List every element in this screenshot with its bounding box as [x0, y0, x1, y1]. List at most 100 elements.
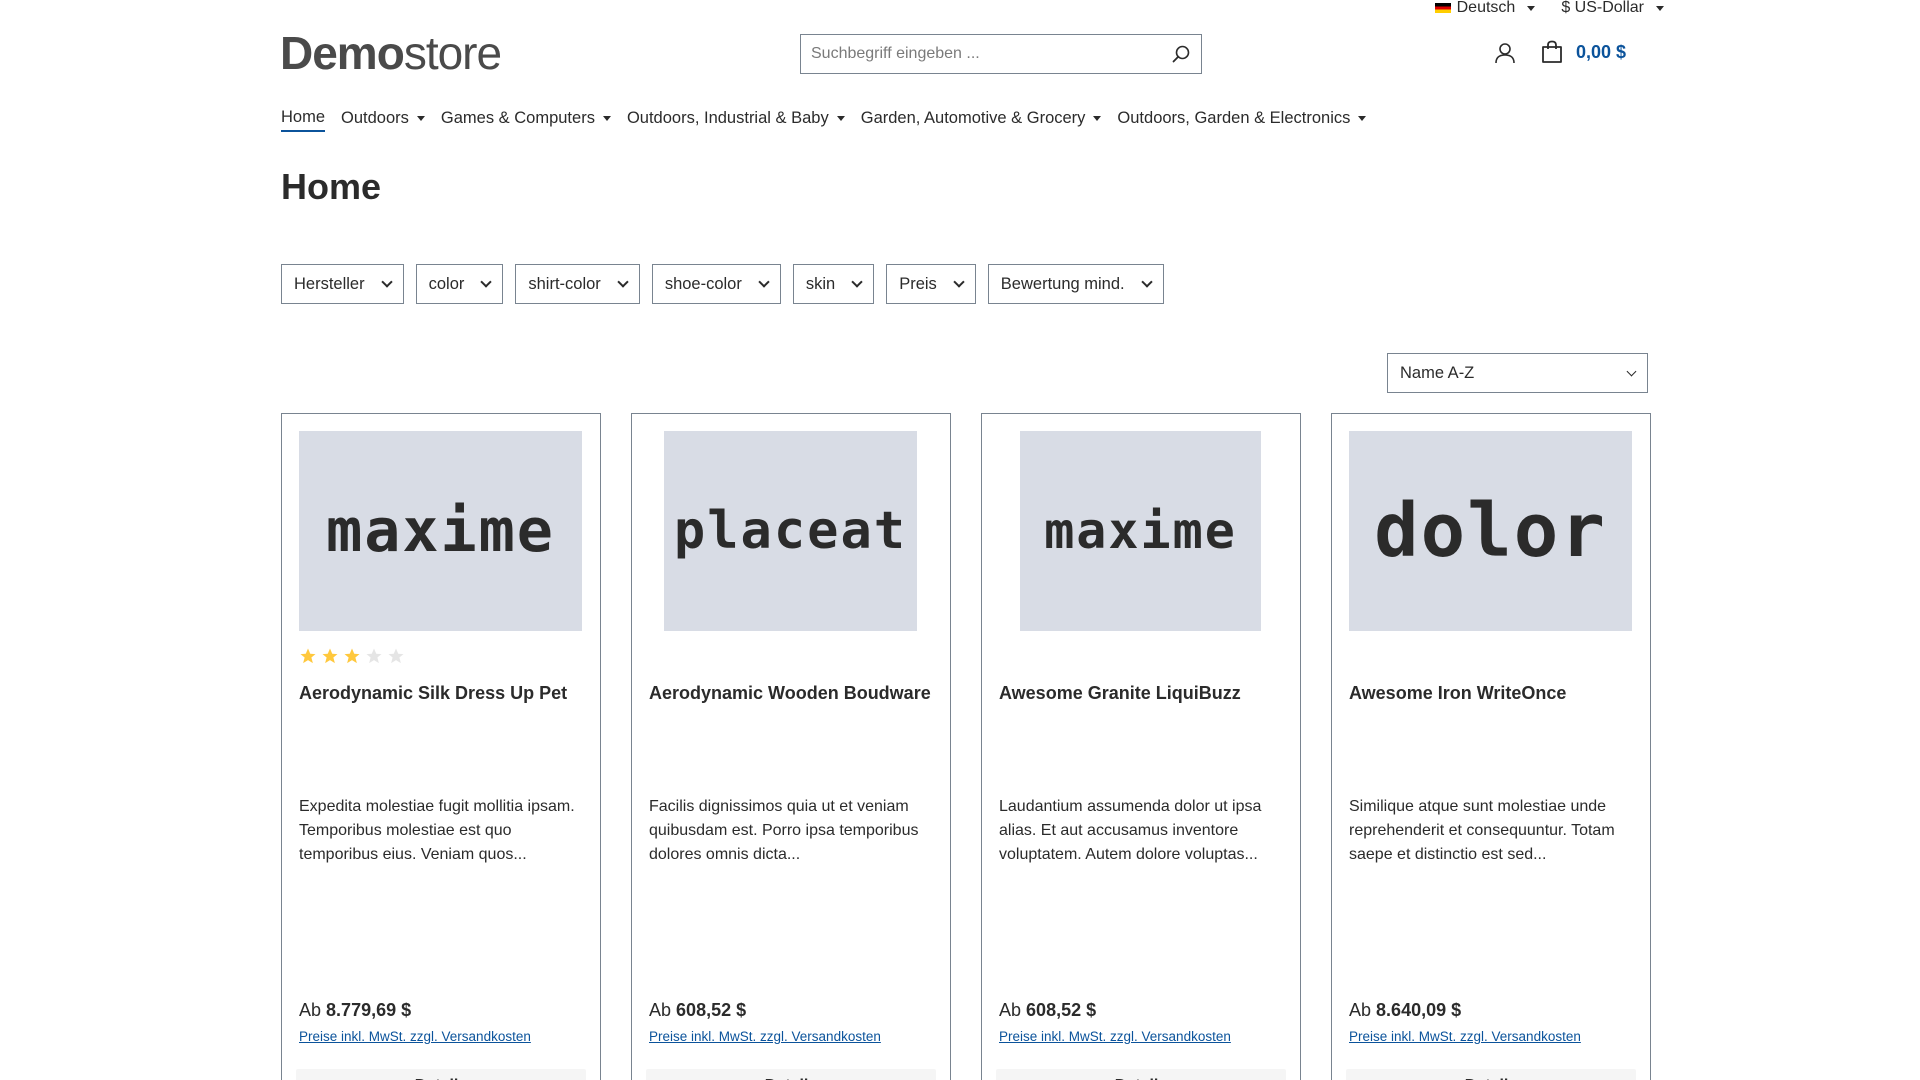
filter-manufacturer[interactable]: Hersteller [281, 264, 404, 304]
nav-item-outdoors-garden-electronics[interactable]: Outdoors, Garden & Electronics [1117, 108, 1367, 132]
chevron-down-icon [617, 276, 629, 288]
account-button[interactable] [1494, 42, 1516, 69]
price-prefix: Ab [649, 1000, 672, 1020]
product-name[interactable]: Aerodynamic Silk Dress Up Pet [299, 682, 584, 704]
nav-item-label: Home [281, 108, 326, 126]
product-price: Ab 608,52 $ [649, 1000, 746, 1021]
page-title: Home [281, 166, 382, 207]
currency-selector[interactable]: $ US-Dollar [1561, 0, 1664, 17]
product-description: Similique atque sunt molestiae unde repr… [1349, 798, 1615, 863]
caret-down-icon [602, 116, 611, 121]
tax-note-link[interactable]: Preise inkl. MwSt. zzgl. Versandkosten [299, 1029, 531, 1044]
sort-selected-label: Name A-Z [1400, 363, 1475, 382]
store-logo[interactable]: Demostore [280, 26, 502, 80]
chevron-down-icon [1626, 366, 1637, 376]
product-price: Ab 608,52 $ [999, 1000, 1096, 1021]
star-filled-icon [300, 648, 316, 664]
product-image-text: placeat [673, 501, 908, 561]
language-selector[interactable]: Deutsch [1434, 0, 1536, 17]
caret-down-icon [1527, 5, 1536, 11]
details-button[interactable]: Details [996, 1069, 1286, 1080]
caret-down-icon [1358, 116, 1367, 121]
chevron-down-icon [1140, 276, 1153, 288]
price-value: 8.779,69 $ [326, 1000, 412, 1020]
caret-down-icon [1093, 116, 1102, 121]
product-card[interactable]: placeat Aerodynamic Wooden Boudware Faci… [631, 413, 951, 1080]
top-bar: Deutsch $ US-Dollar [1434, 0, 1664, 17]
filter-label: Bewertung mind. [1000, 274, 1125, 293]
product-price: Ab 8.779,69 $ [299, 1000, 411, 1021]
logo-bold: Demo [280, 27, 405, 79]
nav-item-garden-automotive-grocery[interactable]: Garden, Automotive & Grocery [861, 108, 1102, 132]
chevron-down-icon [851, 276, 863, 288]
product-name[interactable]: Awesome Granite LiquiBuzz [999, 682, 1284, 704]
search-icon [1172, 45, 1190, 63]
product-grid: maxime Aerodynamic Silk Dress Up Pet Exp… [281, 413, 1651, 1080]
product-card[interactable]: maxime Awesome Granite LiquiBuzz Laudant… [981, 413, 1301, 1080]
star-empty-icon [366, 648, 382, 664]
details-button[interactable]: Details [1346, 1069, 1636, 1080]
main-navigation: Home Outdoors Games & Computers Outdoors… [281, 108, 1367, 132]
filter-skin[interactable]: skin [792, 264, 875, 304]
filter-label: shirt-color [528, 274, 601, 293]
product-card[interactable]: maxime Aerodynamic Silk Dress Up Pet Exp… [281, 413, 601, 1080]
product-image-text: maxime [326, 496, 555, 566]
german-flag-icon [1434, 3, 1451, 13]
nav-item-outdoors[interactable]: Outdoors [341, 108, 425, 132]
product-rating [299, 647, 405, 665]
filter-rating[interactable]: Bewertung mind. [987, 264, 1164, 304]
product-name[interactable]: Awesome Iron WriteOnce [1349, 682, 1634, 704]
chevron-down-icon [380, 276, 393, 288]
cart-total: 0,00 $ [1576, 41, 1627, 62]
product-name[interactable]: Aerodynamic Wooden Boudware [649, 682, 934, 704]
cart-button[interactable]: 0,00 $ [1540, 40, 1626, 64]
nav-item-label: Outdoors [341, 109, 409, 127]
product-card[interactable]: dolor Awesome Iron WriteOnce Similique a… [1331, 413, 1651, 1080]
product-price: Ab 8.640,09 $ [1349, 1000, 1461, 1021]
search-button[interactable] [1161, 35, 1201, 73]
filter-shirt-color[interactable]: shirt-color [515, 264, 640, 304]
nav-item-label: Games & Computers [440, 109, 595, 127]
product-image[interactable]: placeat [664, 431, 917, 631]
chevron-down-icon [758, 276, 770, 288]
nav-item-home[interactable]: Home [281, 108, 326, 132]
price-value: 608,52 $ [676, 1000, 747, 1020]
price-value: 8.640,09 $ [1376, 1000, 1462, 1020]
filter-color[interactable]: color [415, 264, 504, 304]
product-description: Expedita molestiae fugit mollitia ipsam.… [299, 798, 575, 863]
nav-item-outdoors-industrial-baby[interactable]: Outdoors, Industrial & Baby [627, 108, 845, 132]
details-button[interactable]: Details [296, 1069, 586, 1080]
price-prefix: Ab [1349, 1000, 1372, 1020]
tax-note-link[interactable]: Preise inkl. MwSt. zzgl. Versandkosten [999, 1029, 1231, 1044]
product-image[interactable]: dolor [1349, 431, 1632, 631]
filter-bar: Hersteller color shirt-color shoe-color … [281, 264, 1164, 304]
price-prefix: Ab [999, 1000, 1022, 1020]
sort-select[interactable]: Name A-Z [1387, 353, 1648, 393]
search-input[interactable] [801, 35, 1161, 73]
nav-item-label: Outdoors, Industrial & Baby [626, 109, 829, 127]
filter-label: Hersteller [294, 274, 365, 293]
product-description: Facilis dignissimos quia ut et veniam qu… [649, 798, 919, 863]
tax-note-link[interactable]: Preise inkl. MwSt. zzgl. Versandkosten [1349, 1029, 1581, 1044]
filter-label: skin [805, 274, 836, 293]
language-label: Deutsch [1456, 0, 1516, 16]
currency-label: $ US-Dollar [1561, 0, 1644, 16]
product-image-text: dolor [1374, 488, 1607, 574]
filter-label: Preis [899, 274, 937, 293]
tax-note-link[interactable]: Preise inkl. MwSt. zzgl. Versandkosten [649, 1029, 881, 1044]
logo-thin: store [403, 27, 502, 79]
star-empty-icon [388, 648, 404, 664]
nav-item-games-computers[interactable]: Games & Computers [441, 108, 611, 132]
product-image[interactable]: maxime [299, 431, 582, 631]
details-button[interactable]: Details [646, 1069, 936, 1080]
product-image[interactable]: maxime [1020, 431, 1261, 631]
user-icon [1495, 43, 1515, 64]
caret-down-icon [416, 116, 425, 121]
filter-price[interactable]: Preis [886, 264, 976, 304]
filter-shoe-color[interactable]: shoe-color [651, 264, 781, 304]
price-prefix: Ab [299, 1000, 322, 1020]
star-filled-icon [322, 648, 338, 664]
nav-item-label: Outdoors, Garden & Electronics [1117, 109, 1351, 127]
chevron-down-icon [953, 276, 965, 288]
search-bar [800, 34, 1202, 74]
